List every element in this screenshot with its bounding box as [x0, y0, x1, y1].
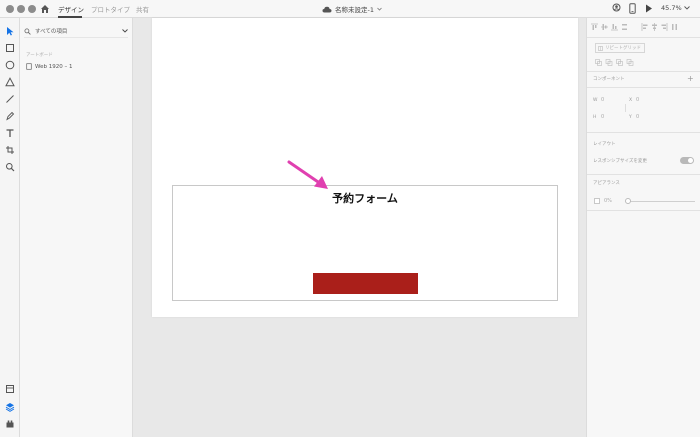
align-bottom-icon[interactable] [611, 23, 618, 31]
pink-arrow-annotation [287, 160, 328, 189]
layer-item-label: Web 1920 – 1 [35, 63, 73, 70]
layout-label: レイアウト [593, 142, 616, 147]
layer-item[interactable]: Web 1920 – 1 [26, 63, 72, 70]
divider [587, 174, 700, 175]
layers-icon[interactable] [5, 402, 15, 412]
properties-panel: リピートグリッド コンポーネント + W 0 X 0 H 0 Y 0 レイアウト… [586, 18, 700, 437]
chevron-down-icon [377, 7, 382, 11]
align-center-icon[interactable] [651, 23, 658, 31]
minimize-window-button[interactable] [17, 5, 25, 13]
align-right-icon[interactable] [661, 23, 668, 31]
responsive-resize-toggle[interactable] [680, 157, 694, 164]
layers-panel: すべての項目 アートボード Web 1920 – 1 [20, 18, 133, 437]
cloud-icon [322, 6, 332, 12]
assets-icon[interactable] [5, 384, 15, 394]
tab-prototype[interactable]: プロトタイプ [91, 4, 130, 14]
select-tool-icon[interactable] [5, 26, 15, 36]
y-label: Y [629, 115, 632, 120]
responsive-resize-label: レスポンシブサイズを変更 [593, 159, 647, 164]
maximize-window-button[interactable] [28, 5, 36, 13]
x-label: X [629, 98, 633, 103]
divider [587, 37, 700, 38]
add-component-icon[interactable]: + [687, 74, 694, 83]
width-label: W [593, 98, 598, 103]
appearance-label: アピアランス [593, 181, 620, 186]
align-middle-icon[interactable] [601, 23, 608, 31]
polygon-tool-icon[interactable] [5, 77, 15, 87]
boolean-ops-icons[interactable] [595, 59, 635, 66]
device-preview-icon[interactable] [629, 3, 636, 14]
layers-search-text: すべての項目 [35, 29, 68, 35]
lock-aspect-icon[interactable] [624, 104, 627, 112]
rectangle-tool-icon[interactable] [5, 43, 15, 53]
ellipse-tool-icon[interactable] [5, 60, 15, 70]
height-field[interactable]: 0 [601, 114, 604, 120]
opacity-checkbox[interactable] [594, 198, 600, 204]
filter-chevron-icon[interactable] [122, 29, 128, 33]
y-field[interactable]: 0 [636, 114, 639, 120]
width-field[interactable]: 0 [601, 97, 604, 103]
red-submit-button[interactable] [313, 273, 418, 294]
close-window-button[interactable] [6, 5, 14, 13]
divider [587, 87, 700, 88]
tab-share[interactable]: 共有 [136, 4, 149, 14]
repeat-grid-button[interactable]: リピートグリッド [595, 43, 645, 53]
user-icon[interactable] [612, 3, 621, 14]
layers-search[interactable]: すべての項目 [24, 25, 128, 38]
title-bar: デザイン プロトタイプ 共有 名称未設定-1 45.7% [0, 0, 700, 18]
components-label: コンポーネント [593, 77, 625, 82]
divider [587, 71, 700, 72]
divider [587, 132, 700, 133]
zoom-chevron-icon[interactable] [684, 6, 690, 10]
tool-bar [0, 18, 20, 437]
opacity-value[interactable]: 0% [604, 198, 612, 204]
play-icon[interactable] [645, 3, 653, 14]
alignment-toolbar [591, 23, 678, 33]
artboard-tool-icon[interactable] [5, 145, 15, 155]
text-tool-icon[interactable] [5, 128, 15, 138]
opacity-slider-track[interactable] [627, 201, 695, 202]
repeat-grid-label: リピートグリッド [605, 46, 641, 51]
distribute-vertical-icon[interactable] [621, 23, 628, 31]
document-title-text: 名称未設定-1 [335, 6, 374, 14]
zoom-level[interactable]: 45.7% [661, 4, 682, 12]
divider [587, 210, 700, 211]
home-icon[interactable] [40, 4, 50, 14]
align-top-icon[interactable] [591, 23, 598, 31]
height-label: H [593, 115, 597, 120]
align-left-icon[interactable] [641, 23, 648, 31]
pen-tool-icon[interactable] [5, 111, 15, 121]
artboard-icon [26, 63, 32, 70]
zoom-tool-icon[interactable] [5, 162, 15, 172]
x-field[interactable]: 0 [636, 97, 639, 103]
plugins-icon[interactable] [5, 419, 15, 429]
tab-design[interactable]: デザイン [58, 4, 84, 14]
line-tool-icon[interactable] [5, 94, 15, 104]
artboard-section-label: アートボード [26, 53, 53, 58]
document-title[interactable]: 名称未設定-1 [322, 4, 382, 14]
opacity-slider-handle[interactable] [625, 198, 631, 204]
repeat-grid-icon [598, 45, 603, 51]
search-icon [24, 28, 31, 35]
distribute-horizontal-icon[interactable] [671, 23, 678, 31]
